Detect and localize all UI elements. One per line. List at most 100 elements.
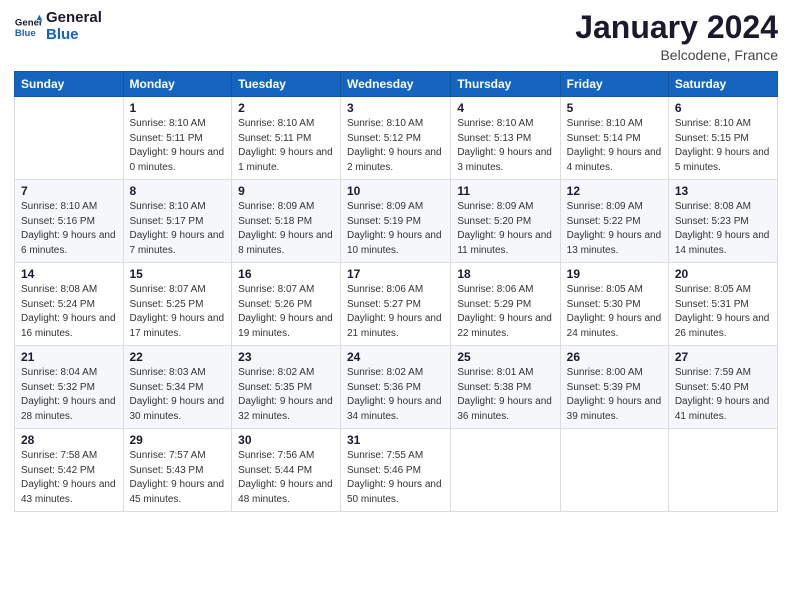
table-row: 29Sunrise: 7:57 AMSunset: 5:43 PMDayligh… [123,429,232,512]
table-row: 8Sunrise: 8:10 AMSunset: 5:17 PMDaylight… [123,180,232,263]
day-number: 29 [130,433,226,447]
day-info: Sunrise: 8:09 AMSunset: 5:18 PMDaylight:… [238,200,334,258]
table-row: 2Sunrise: 8:10 AMSunset: 5:11 PMDaylight… [232,97,341,180]
title-area: January 2024 Belcodene, France [575,10,778,63]
day-info: Sunrise: 8:06 AMSunset: 5:29 PMDaylight:… [457,283,553,341]
day-number: 22 [130,350,226,364]
generalblue-logo-icon: General Blue [14,13,42,41]
table-row: 22 Sunrise: 8:03 AMSunset: 5:34 PMDayligh… [123,346,232,429]
col-saturday: Saturday [668,72,777,97]
day-number: 11 [457,184,553,198]
table-row: 16Sunrise: 8:07 AMSunset: 5:26 PMDayligh… [232,263,341,346]
svg-text:Blue: Blue [15,27,36,38]
day-info: Sunrise: 7:56 AMSunset: 5:44 PMDaylight:… [238,449,334,507]
day-number: 30 [238,433,334,447]
day-info: Sunrise: 8:10 AMSunset: 5:16 PMDaylight:… [21,200,117,258]
col-friday: Friday [560,72,668,97]
day-number: 10 [347,184,444,198]
day-number: 23 [238,350,334,364]
day-info: Sunrise: 8:02 AMSunset: 5:36 PMDaylight:… [347,366,444,424]
table-row: 4Sunrise: 8:10 AMSunset: 5:13 PMDaylight… [451,97,560,180]
location: Belcodene, France [575,47,778,63]
table-row: 7 Sunrise: 8:10 AMSunset: 5:16 PMDaylight… [15,180,124,263]
day-info: Sunrise: 8:07 AMSunset: 5:26 PMDaylight:… [238,283,334,341]
table-row: 5Sunrise: 8:10 AMSunset: 5:14 PMDaylight… [560,97,668,180]
day-number: 25 [457,350,553,364]
table-row: 11 Sunrise: 8:09 AMSunset: 5:20 PMDayligh… [451,180,560,263]
day-info: Sunrise: 8:05 AMSunset: 5:30 PMDaylight:… [567,283,662,341]
table-row: 27 Sunrise: 7:59 AMSunset: 5:40 PMDayligh… [668,346,777,429]
day-number: 13 [675,184,771,198]
calendar-table: Sunday Monday Tuesday Wednesday Thursday… [14,71,778,512]
table-row: 24 Sunrise: 8:02 AMSunset: 5:36 PMDayligh… [341,346,451,429]
day-info: Sunrise: 7:55 AMSunset: 5:46 PMDaylight:… [347,449,444,507]
day-info: Sunrise: 7:58 AMSunset: 5:42 PMDaylight:… [21,449,117,507]
day-number: 6 [675,101,771,115]
table-row: 9 Sunrise: 8:09 AMSunset: 5:18 PMDaylight… [232,180,341,263]
day-number: 27 [675,350,771,364]
day-info: Sunrise: 8:09 AMSunset: 5:20 PMDaylight:… [457,200,553,258]
day-info: Sunrise: 8:10 AMSunset: 5:11 PMDaylight:… [130,117,226,175]
day-number: 19 [567,267,662,281]
table-row: 23 Sunrise: 8:02 AMSunset: 5:35 PMDayligh… [232,346,341,429]
table-row: 17 Sunrise: 8:06 AMSunset: 5:27 PMDayligh… [341,263,451,346]
day-info: Sunrise: 8:10 AMSunset: 5:13 PMDaylight:… [457,117,553,175]
col-sunday: Sunday [15,72,124,97]
col-thursday: Thursday [451,72,560,97]
day-info: Sunrise: 8:03 AMSunset: 5:34 PMDaylight:… [130,366,226,424]
day-info: Sunrise: 8:08 AMSunset: 5:24 PMDaylight:… [21,283,117,341]
day-info: Sunrise: 8:08 AMSunset: 5:23 PMDaylight:… [675,200,771,258]
day-number: 5 [567,101,662,115]
day-number: 17 [347,267,444,281]
day-number: 9 [238,184,334,198]
table-row: 18 Sunrise: 8:06 AMSunset: 5:29 PMDayligh… [451,263,560,346]
col-tuesday: Tuesday [232,72,341,97]
day-info: Sunrise: 7:59 AMSunset: 5:40 PMDaylight:… [675,366,771,424]
table-row: 31 Sunrise: 7:55 AMSunset: 5:46 PMDayligh… [341,429,451,512]
day-info: Sunrise: 8:10 AMSunset: 5:15 PMDaylight:… [675,117,771,175]
day-info: Sunrise: 8:06 AMSunset: 5:27 PMDaylight:… [347,283,444,341]
col-wednesday: Wednesday [341,72,451,97]
day-info: Sunrise: 8:10 AMSunset: 5:17 PMDaylight:… [130,200,226,258]
table-row: 21Sunrise: 8:04 AMSunset: 5:32 PMDayligh… [15,346,124,429]
logo-line1: General [46,10,102,27]
calendar-week-row: 7 Sunrise: 8:10 AMSunset: 5:16 PMDaylight… [15,180,778,263]
day-number: 26 [567,350,662,364]
table-row: 12 Sunrise: 8:09 AMSunset: 5:22 PMDayligh… [560,180,668,263]
day-number: 18 [457,267,553,281]
calendar-week-row: 28 Sunrise: 7:58 AMSunset: 5:42 PMDayligh… [15,429,778,512]
day-number: 15 [130,267,226,281]
page: General Blue General Blue January 2024 B… [0,0,792,612]
table-row: 19 Sunrise: 8:05 AMSunset: 5:30 PMDayligh… [560,263,668,346]
day-info: Sunrise: 8:02 AMSunset: 5:35 PMDaylight:… [238,366,334,424]
table-row: 15Sunrise: 8:07 AMSunset: 5:25 PMDayligh… [123,263,232,346]
day-number: 20 [675,267,771,281]
day-info: Sunrise: 8:00 AMSunset: 5:39 PMDaylight:… [567,366,662,424]
table-row [560,429,668,512]
day-number: 12 [567,184,662,198]
calendar-week-row: 1 Sunrise: 8:10 AMSunset: 5:11 PMDaylight… [15,97,778,180]
day-info: Sunrise: 8:09 AMSunset: 5:22 PMDaylight:… [567,200,662,258]
day-number: 14 [21,267,117,281]
table-row: 26 Sunrise: 8:00 AMSunset: 5:39 PMDayligh… [560,346,668,429]
day-info: Sunrise: 8:04 AMSunset: 5:32 PMDaylight:… [21,366,117,424]
day-number: 31 [347,433,444,447]
day-number: 1 [130,101,226,115]
table-row: 25 Sunrise: 8:01 AMSunset: 5:38 PMDayligh… [451,346,560,429]
header: General Blue General Blue January 2024 B… [14,10,778,63]
calendar-header-row: Sunday Monday Tuesday Wednesday Thursday… [15,72,778,97]
table-row: 1 Sunrise: 8:10 AMSunset: 5:11 PMDaylight… [123,97,232,180]
day-number: 7 [21,184,117,198]
day-info: Sunrise: 8:01 AMSunset: 5:38 PMDaylight:… [457,366,553,424]
table-row [15,97,124,180]
day-info: Sunrise: 8:05 AMSunset: 5:31 PMDaylight:… [675,283,771,341]
day-number: 28 [21,433,117,447]
day-number: 24 [347,350,444,364]
table-row: 13 Sunrise: 8:08 AMSunset: 5:23 PMDayligh… [668,180,777,263]
logo-line2: Blue [46,27,102,44]
table-row: 3Sunrise: 8:10 AMSunset: 5:12 PMDaylight… [341,97,451,180]
col-monday: Monday [123,72,232,97]
day-info: Sunrise: 8:09 AMSunset: 5:19 PMDaylight:… [347,200,444,258]
day-number: 2 [238,101,334,115]
table-row: 20 Sunrise: 8:05 AMSunset: 5:31 PMDayligh… [668,263,777,346]
